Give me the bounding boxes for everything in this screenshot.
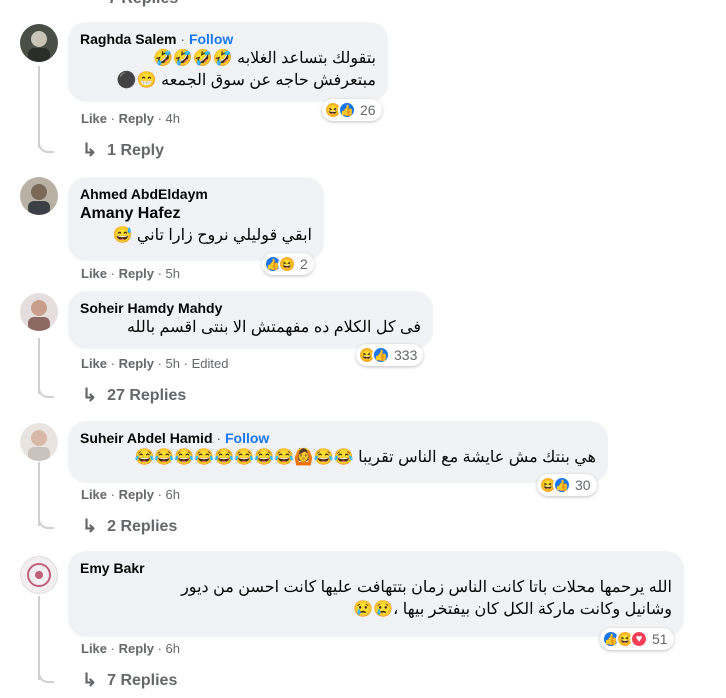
comment-actions: Like · Reply · 6h: [81, 487, 181, 502]
view-replies-link[interactable]: ↳ 1 Reply: [82, 140, 164, 161]
reply-link[interactable]: Reply: [119, 111, 154, 126]
author-name[interactable]: Suheir Abdel Hamid: [80, 430, 213, 446]
comment-bubble: Suheir Abdel Hamid · Follow هي بنتك مش ع…: [68, 421, 608, 483]
author-name[interactable]: Soheir Hamdy Mahdy: [80, 299, 421, 317]
avatar[interactable]: [20, 177, 58, 215]
reactions-summary[interactable]: 😆 👍 333: [356, 344, 424, 366]
thread-elbow: [38, 513, 54, 529]
author-name[interactable]: Ahmed AbdEldaym: [80, 185, 312, 203]
reply-link[interactable]: Reply: [119, 266, 154, 281]
reaction-count: 26: [360, 102, 376, 118]
reactions-summary[interactable]: 👍 😆 ♥ 51: [600, 628, 674, 650]
like-icon: 👍: [338, 101, 356, 119]
like-icon: 👍: [372, 346, 390, 364]
avatar[interactable]: [20, 556, 58, 594]
haha-icon: 😆: [278, 255, 296, 273]
comment-text-line: وشانيل وكانت ماركة الكل كان بيفتخر بيها …: [353, 601, 672, 618]
comment-actions: Like · Reply · 5h: [81, 266, 181, 281]
like-link[interactable]: Like: [81, 487, 107, 502]
timestamp[interactable]: 6h: [166, 487, 180, 502]
like-link[interactable]: Like: [81, 356, 107, 371]
reactions-summary[interactable]: 😆 👍 30: [537, 474, 597, 496]
reply-arrow-icon: ↳: [82, 385, 98, 405]
like-link[interactable]: Like: [81, 111, 107, 126]
comment-bubble: Soheir Hamdy Mahdy فى كل الكلام ده مفهمت…: [68, 291, 433, 349]
comment-author-line: Raghda Salem · Follow: [80, 31, 234, 47]
reactions-summary[interactable]: 😆 👍 26: [322, 99, 382, 121]
reply-link[interactable]: Reply: [119, 487, 154, 502]
comment-actions: Like · Reply · 5h · Edited: [81, 356, 229, 371]
comment-text-line: هي بنتك مش عايشة مع الناس تقريبا 😂😂🙆😂😂😂😂…: [134, 449, 597, 466]
comment-bubble: Raghda Salem · Follow بتقولك بتساعد الغل…: [68, 22, 388, 102]
heart-icon: ♥: [630, 630, 648, 648]
thread-elbow: [38, 137, 54, 153]
reply-link[interactable]: Reply: [119, 641, 154, 656]
mention-tag[interactable]: Amany Hafez: [80, 203, 312, 225]
view-replies-link[interactable]: ↳ 2 Replies: [82, 516, 177, 537]
timestamp[interactable]: 5h: [166, 356, 180, 371]
reply-link[interactable]: Reply: [119, 356, 154, 371]
reaction-count: 2: [300, 256, 308, 272]
comment-bubble: Emy Bakr الله يرحمها محلات باتا كانت الن…: [68, 551, 684, 637]
reaction-count: 51: [652, 631, 668, 647]
comment-author-line: Suheir Abdel Hamid · Follow: [80, 430, 270, 446]
comment-text-line: مبتعرفش حاجه عن سوق الجمعه 😁⚫: [116, 72, 376, 89]
timestamp[interactable]: 4h: [166, 111, 180, 126]
comment-text-line: بتقولك بتساعد الغلابه 🤣🤣🤣🤣: [152, 50, 376, 67]
reactions-summary[interactable]: 👍 😆 2: [262, 253, 314, 275]
author-name[interactable]: Emy Bakr: [80, 559, 672, 577]
edited-label: Edited: [191, 356, 229, 371]
avatar[interactable]: [20, 24, 58, 62]
reaction-count: 333: [394, 347, 418, 363]
avatar[interactable]: [20, 423, 58, 461]
thread-line: [38, 66, 40, 148]
replies-link-partial[interactable]: 7 Replies: [108, 0, 178, 8]
author-name[interactable]: Raghda Salem: [80, 31, 176, 47]
timestamp[interactable]: 6h: [166, 641, 180, 656]
comment-actions: Like · Reply · 4h: [81, 111, 181, 126]
like-link[interactable]: Like: [81, 266, 107, 281]
like-link[interactable]: Like: [81, 641, 107, 656]
comment-actions: Like · Reply · 6h: [81, 641, 181, 656]
reply-arrow-icon: ↳: [82, 140, 98, 160]
timestamp[interactable]: 5h: [166, 266, 180, 281]
comment-text-line: فى كل الكلام ده مفهمتش الا بنتى اقسم بال…: [126, 319, 421, 336]
view-replies-link[interactable]: ↳ 7 Replies: [82, 670, 177, 691]
reaction-count: 30: [575, 477, 591, 493]
view-replies-link[interactable]: ↳ 27 Replies: [82, 385, 186, 406]
like-icon: 👍: [553, 476, 571, 494]
comment-bubble: Ahmed AbdEldaym Amany Hafez ابقي قوليلي …: [68, 177, 324, 261]
comment-text-line: الله يرحمها محلات باتا كانت الناس زمان ب…: [181, 579, 672, 596]
avatar[interactable]: [20, 293, 58, 331]
reply-arrow-icon: ↳: [82, 670, 98, 690]
follow-button[interactable]: Follow: [225, 430, 269, 446]
thread-elbow: [38, 667, 54, 683]
follow-button[interactable]: Follow: [189, 31, 233, 47]
thread-elbow: [38, 382, 54, 398]
reply-arrow-icon: ↳: [82, 516, 98, 536]
comment-text-line: ابقي قوليلي نروح زارا تاني 😅: [112, 227, 312, 244]
